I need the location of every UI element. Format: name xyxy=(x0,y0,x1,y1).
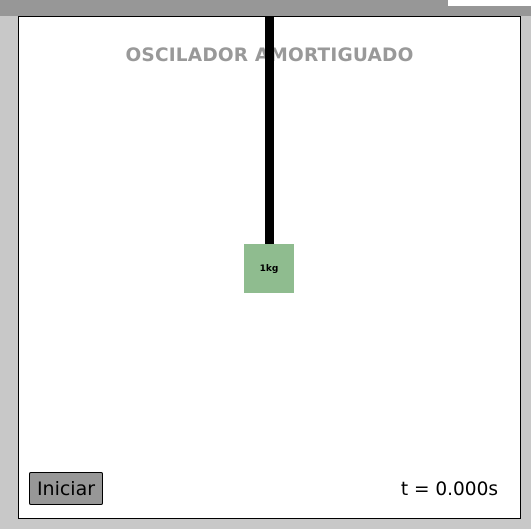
start-button[interactable]: Iniciar xyxy=(29,472,103,505)
spring-rod xyxy=(265,17,274,245)
top-bar-highlight xyxy=(448,0,531,6)
simulation-canvas: OSCILADOR AMORTIGUADO 1kg Iniciar t = 0.… xyxy=(18,16,521,519)
time-readout: t = 0.000s xyxy=(400,479,498,500)
mass-block[interactable]: 1kg xyxy=(244,244,294,293)
mass-label: 1kg xyxy=(259,263,279,274)
